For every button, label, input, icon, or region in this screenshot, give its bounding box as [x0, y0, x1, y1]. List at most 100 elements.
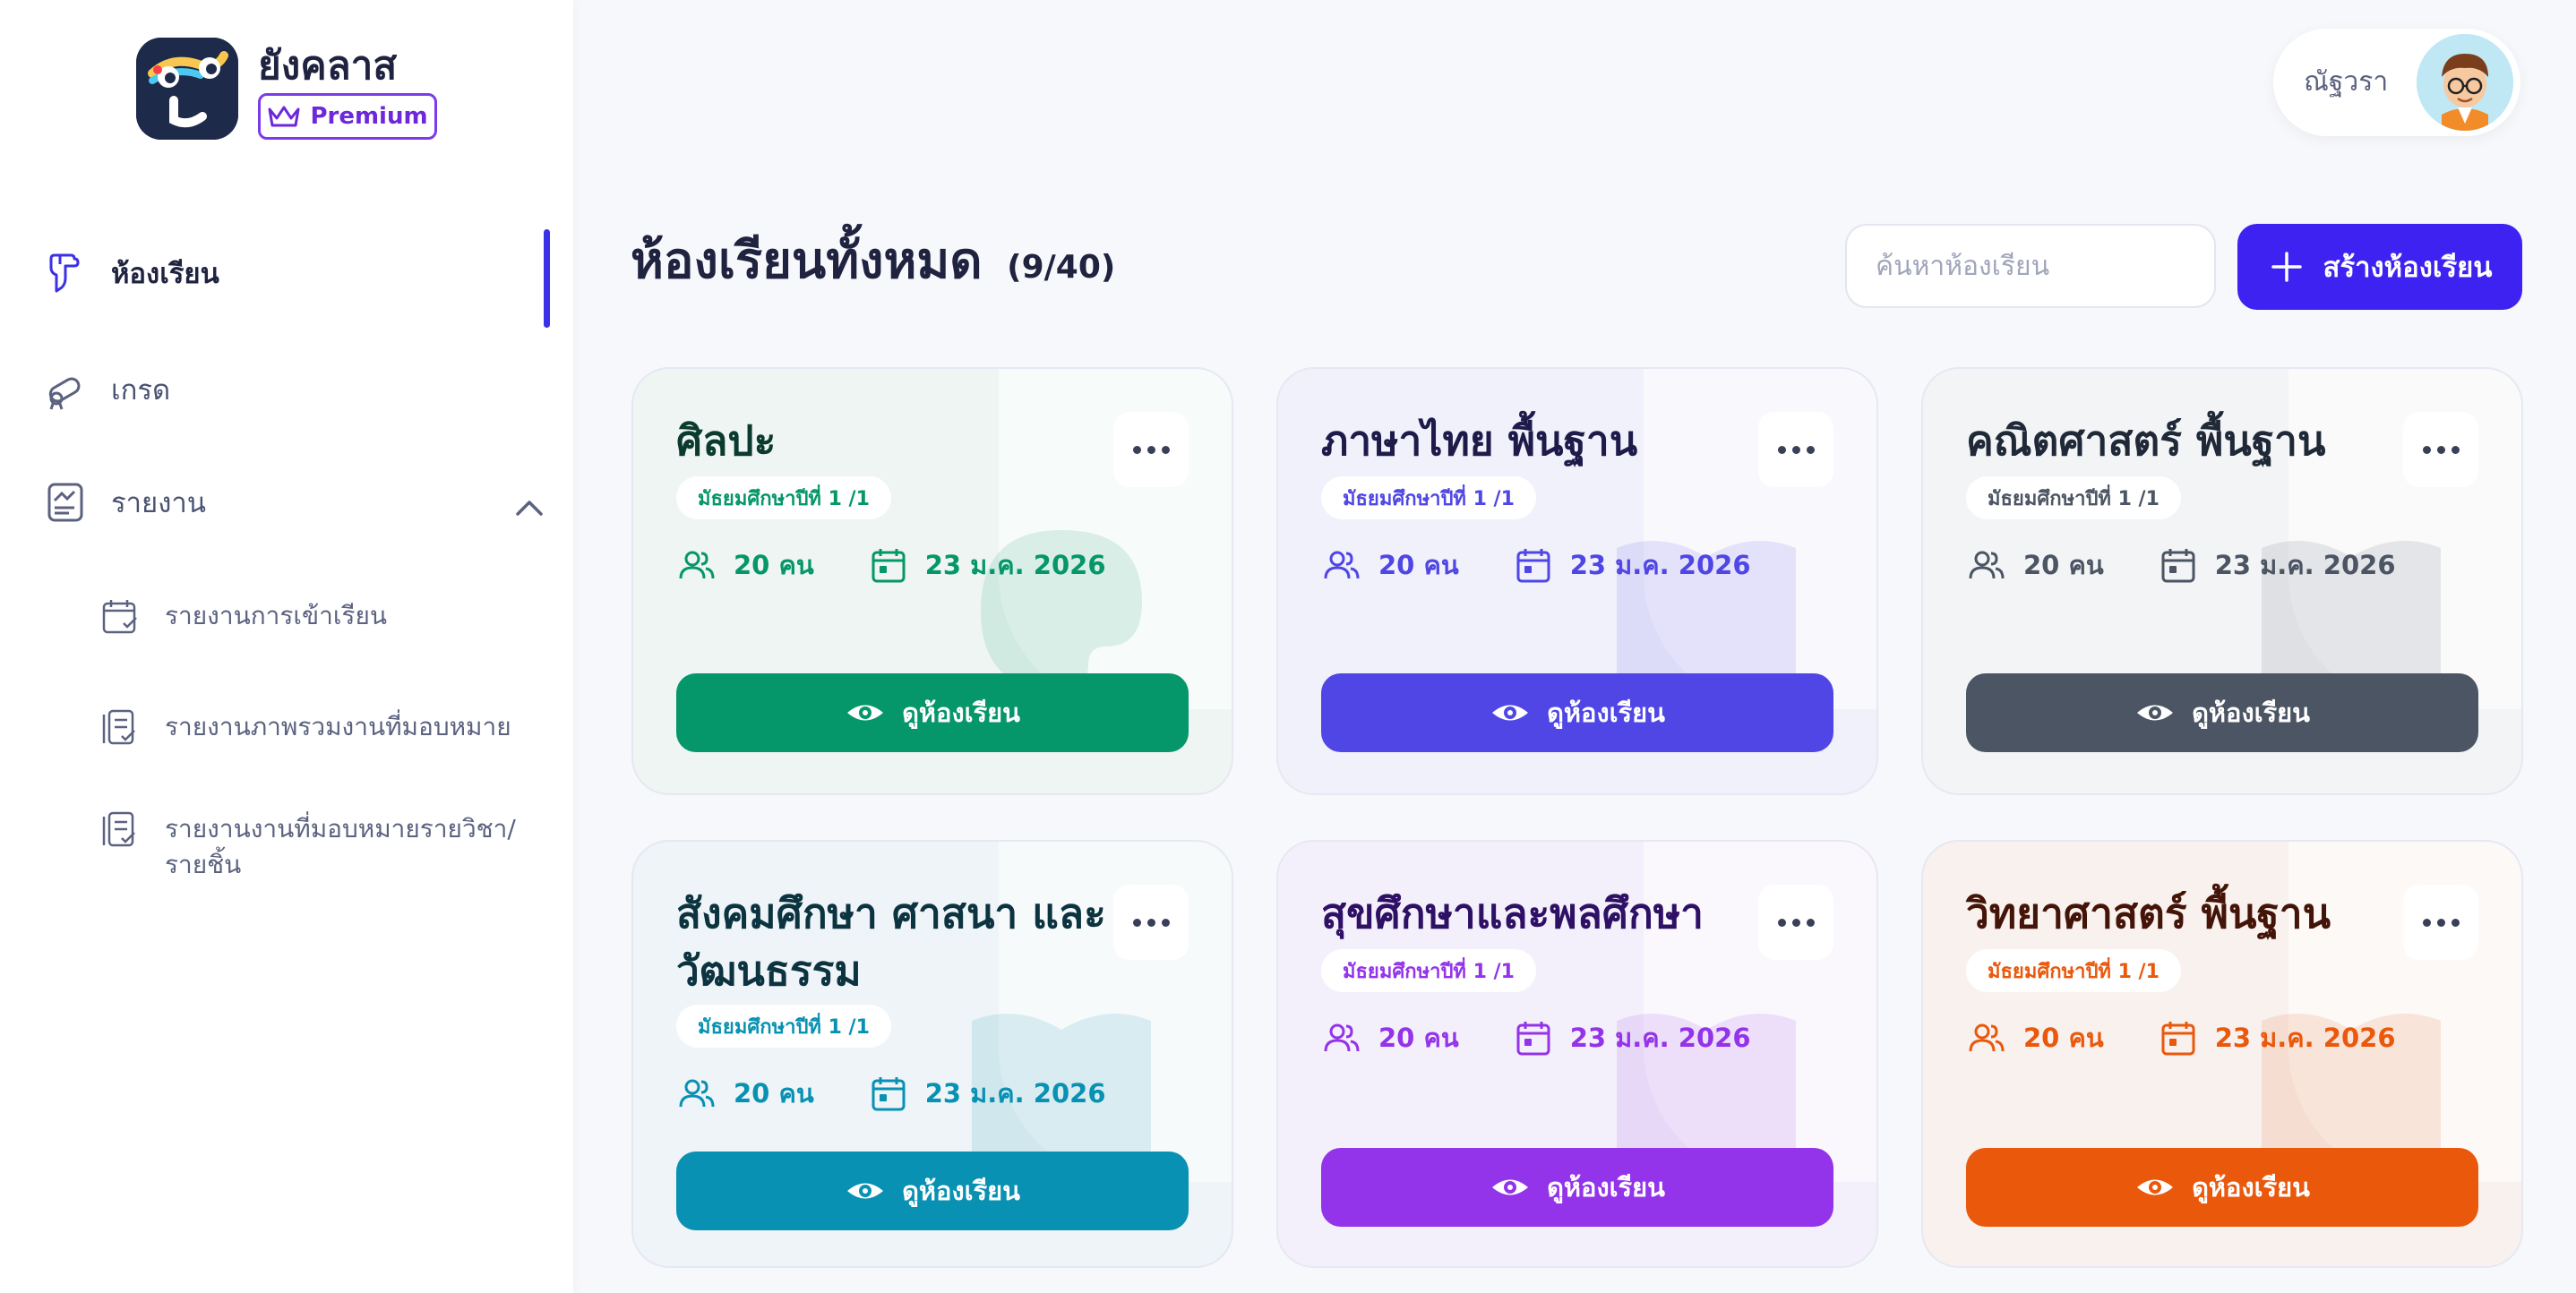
create-classroom-label: สร้างห้องเรียน: [2323, 252, 2493, 283]
calendar-check-icon: [100, 596, 142, 638]
more-options-button[interactable]: [1758, 885, 1833, 960]
view-classroom-button[interactable]: ดูห้องเรียน: [1321, 1148, 1833, 1227]
classroom-title: วิทยาศาสตร์ พื้นฐาน: [1966, 889, 2331, 938]
clipboard-check-icon: [100, 707, 142, 749]
created-date: 23 ม.ค. 2026: [1569, 1023, 1751, 1053]
classroom-title: สุขศึกษาและพลศึกษา: [1321, 889, 1704, 938]
classroom-card[interactable]: วิทยาศาสตร์ พื้นฐาน มัธยมศึกษาปีที่ 1 /1…: [1921, 840, 2523, 1268]
student-count: 20 คน: [2023, 550, 2104, 580]
user-profile[interactable]: ณัฐวรา: [2273, 29, 2520, 136]
user-name: ณัฐวรา: [2304, 66, 2389, 98]
app-logo[interactable]: [136, 38, 238, 140]
active-indicator: [544, 229, 550, 328]
premium-label: Premium: [310, 103, 428, 130]
view-classroom-button[interactable]: ดูห้องเรียน: [1966, 673, 2478, 752]
classroom-card[interactable]: สังคมศึกษา ศาสนา และวัฒนธรรม มัธยมศึกษาป…: [631, 840, 1233, 1268]
view-classroom-button[interactable]: ดูห้องเรียน: [676, 673, 1189, 752]
grade-badge: มัธยมศึกษาปีที่ 1 /1: [1321, 949, 1536, 992]
clipboard-check-icon: [100, 809, 142, 851]
classroom-meta: 20 คน 23 ม.ค. 2026: [676, 544, 1106, 586]
calendar-icon: [1516, 549, 1550, 583]
create-classroom-button[interactable]: สร้างห้องเรียน: [2237, 224, 2522, 310]
more-options-button[interactable]: [1113, 412, 1189, 487]
chevron-up-icon[interactable]: [511, 489, 548, 527]
grade-badge: มัธยมศึกษาปีที่ 1 /1: [676, 476, 891, 519]
eye-icon: [2137, 705, 2174, 721]
calendar-icon: [872, 1077, 906, 1111]
student-count: 20 คน: [734, 550, 814, 580]
more-options-button[interactable]: [1758, 412, 1833, 487]
users-icon: [1969, 1023, 2005, 1052]
sidebar-item-label: ห้องเรียน: [111, 258, 219, 290]
classroom-meta: 20 คน 23 ม.ค. 2026: [1966, 544, 2396, 586]
classroom-count: (9/40): [1007, 249, 1116, 286]
calendar-icon: [2161, 1022, 2195, 1056]
view-classroom-label: ดูห้องเรียน: [902, 1177, 1020, 1206]
grade-badge: มัธยมศึกษาปีที่ 1 /1: [676, 1005, 891, 1048]
more-options-button[interactable]: [1113, 885, 1189, 960]
created-date: 23 ม.ค. 2026: [924, 550, 1106, 580]
view-classroom-button[interactable]: ดูห้องเรียน: [676, 1152, 1189, 1230]
sidebar-item-reports[interactable]: รายงาน: [43, 480, 206, 525]
sidebar-item-label: รายงาน: [111, 487, 206, 519]
page-title-text: ห้องเรียนทั้งหมด: [631, 232, 983, 290]
search-input[interactable]: [1845, 224, 2216, 308]
calendar-icon: [1516, 1022, 1550, 1056]
sidebar-subitem-assignment-by-subject[interactable]: รายงานงานที่มอบหมายรายวิชา/ รายชิ้น: [100, 811, 516, 883]
classroom-card[interactable]: ศิลปะ มัธยมศึกษาปีที่ 1 /1 20 คน 23 ม.ค.…: [631, 367, 1233, 795]
view-classroom-label: ดูห้องเรียน: [1547, 1174, 1665, 1203]
classroom-meta: 20 คน 23 ม.ค. 2026: [676, 1073, 1106, 1114]
student-count: 20 คน: [734, 1078, 814, 1109]
classroom-card[interactable]: ภาษาไทย พื้นฐาน มัธยมศึกษาปีที่ 1 /1 20 …: [1276, 367, 1878, 795]
view-classroom-button[interactable]: ดูห้องเรียน: [1966, 1148, 2478, 1227]
eye-icon: [2137, 1179, 2174, 1195]
grade-badge: มัธยมศึกษาปีที่ 1 /1: [1966, 476, 2181, 519]
view-classroom-label: ดูห้องเรียน: [1547, 699, 1665, 728]
created-date: 23 ม.ค. 2026: [2214, 1023, 2396, 1053]
sidebar-subitem-assignment-overview[interactable]: รายงานภาพรวมงานที่มอบหมาย: [100, 709, 511, 749]
classroom-title: สังคมศึกษา ศาสนา และวัฒนธรรม: [676, 889, 1106, 995]
classroom-meta: 20 คน 23 ม.ค. 2026: [1966, 1017, 2396, 1058]
sidebar: ยังคลาส Premium ห้องเรียน เกรด รายงาน รา…: [0, 0, 573, 1293]
sidebar-subitem-label: รายงานการเข้าเรียน: [165, 601, 388, 630]
student-count: 20 คน: [2023, 1023, 2104, 1053]
classroom-card[interactable]: คณิตศาสตร์ พื้นฐาน มัธยมศึกษาปีที่ 1 /1 …: [1921, 367, 2523, 795]
users-icon: [679, 551, 715, 579]
view-classroom-button[interactable]: ดูห้องเรียน: [1321, 673, 1833, 752]
sidebar-subitem-label-wrap: รายงานงานที่มอบหมายรายวิชา/ รายชิ้น: [165, 811, 516, 883]
eye-icon: [1492, 705, 1529, 721]
diploma-icon: [43, 367, 88, 412]
sidebar-subitem-label-line2: รายชิ้น: [165, 850, 242, 879]
more-options-button[interactable]: [2403, 412, 2478, 487]
classroom-title: ภาษาไทย พื้นฐาน: [1321, 416, 1638, 465]
sidebar-item-grades[interactable]: เกรด: [43, 367, 170, 412]
eye-icon: [847, 705, 884, 721]
created-date: 23 ม.ค. 2026: [924, 1078, 1106, 1109]
calendar-icon: [872, 549, 906, 583]
eye-icon: [1492, 1179, 1529, 1195]
student-count: 20 คน: [1378, 1023, 1459, 1053]
classroom-meta: 20 คน 23 ม.ค. 2026: [1321, 1017, 1751, 1058]
users-icon: [679, 1079, 715, 1108]
sidebar-subitem-attendance-report[interactable]: รายงานการเข้าเรียน: [100, 598, 387, 638]
sidebar-item-label: เกรด: [111, 374, 171, 407]
more-options-button[interactable]: [2403, 885, 2478, 960]
premium-badge: Premium: [258, 93, 437, 140]
users-icon: [1324, 551, 1360, 579]
grade-badge: มัธยมศึกษาปีที่ 1 /1: [1966, 949, 2181, 992]
boy-avatar-icon[interactable]: [2417, 34, 2513, 131]
plus-icon: [2271, 252, 2302, 282]
classroom-card[interactable]: สุขศึกษาและพลศึกษา มัธยมศึกษาปีที่ 1 /1 …: [1276, 840, 1878, 1268]
view-classroom-label: ดูห้องเรียน: [2192, 699, 2310, 728]
grade-badge: มัธยมศึกษาปีที่ 1 /1: [1321, 476, 1536, 519]
classroom-title: ศิลปะ: [676, 416, 777, 465]
view-classroom-label: ดูห้องเรียน: [902, 699, 1020, 728]
sidebar-subitem-label: รายงานงานที่มอบหมายรายวิชา/: [165, 814, 516, 843]
crown-icon: [268, 106, 300, 127]
classroom-meta: 20 คน 23 ม.ค. 2026: [1321, 544, 1751, 586]
sidebar-subitem-label: รายงานภาพรวมงานที่มอบหมาย: [165, 712, 511, 741]
users-icon: [1969, 551, 2005, 579]
sidebar-item-classrooms[interactable]: ห้องเรียน: [43, 251, 219, 295]
created-date: 23 ม.ค. 2026: [1569, 550, 1751, 580]
hand-pointer-icon: [43, 251, 88, 295]
